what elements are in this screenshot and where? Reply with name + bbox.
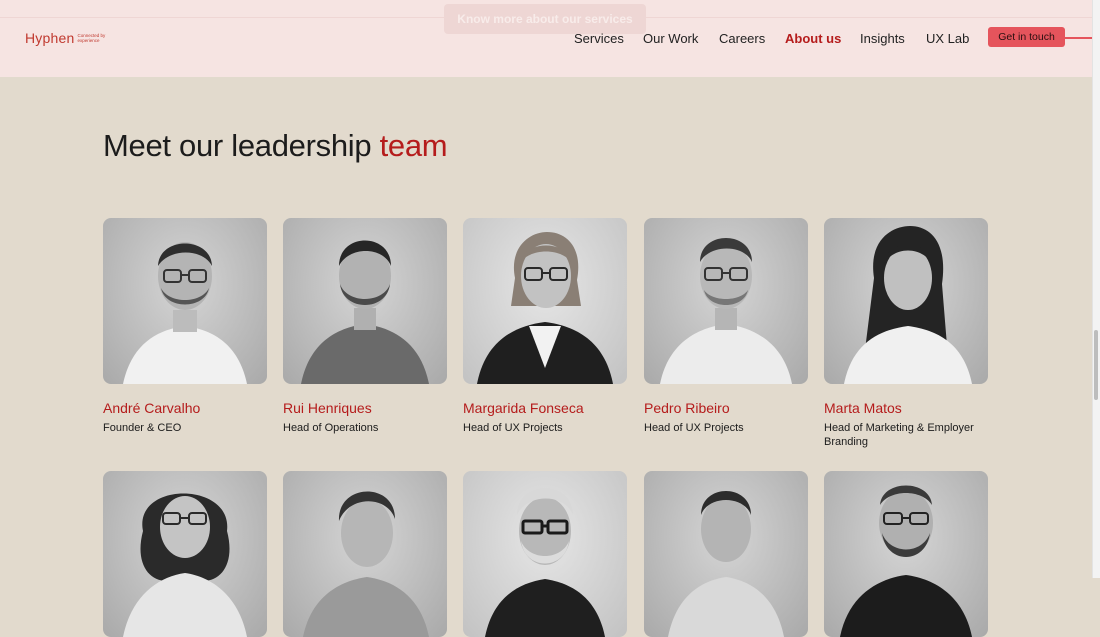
team-card[interactable] [824, 471, 988, 637]
team-card[interactable]: Pedro Ribeiro Head of UX Projects [644, 218, 808, 435]
nav-services[interactable]: Services [574, 31, 624, 46]
member-role: Head of UX Projects [463, 422, 563, 434]
site-header: Know more about our services Hyphen Conn… [0, 0, 1092, 77]
team-photo [644, 471, 808, 637]
team-photo [824, 471, 988, 637]
nav-ux-lab[interactable]: UX Lab [926, 31, 969, 46]
team-photo [463, 218, 627, 384]
member-role: Head of Operations [283, 422, 379, 434]
section-title-main: Meet our leadership [103, 128, 380, 163]
team-card[interactable]: Rui Henriques Head of Operations [283, 218, 447, 435]
nav-our-work[interactable]: Our Work [643, 31, 698, 46]
team-photo [283, 471, 447, 637]
team-photo [463, 471, 627, 637]
section-title-accent: team [379, 128, 448, 163]
page-scrollbar[interactable] [1092, 0, 1100, 578]
logo[interactable]: Hyphen Connected by experience [25, 30, 117, 46]
team-card[interactable] [463, 471, 627, 637]
get-in-touch-button[interactable]: Get in touch [988, 27, 1065, 47]
cta-connector-line [1065, 37, 1092, 39]
nav-careers[interactable]: Careers [719, 31, 765, 46]
scrollbar-thumb[interactable] [1094, 330, 1098, 400]
member-role: Head of UX Projects [644, 422, 744, 434]
team-photo [103, 471, 267, 637]
nav-insights[interactable]: Insights [860, 31, 905, 46]
team-card[interactable] [644, 471, 808, 637]
team-card[interactable]: Margarida Fonseca Head of UX Projects [463, 218, 627, 435]
team-photo [824, 218, 988, 384]
member-name[interactable]: André Carvalho [103, 400, 267, 416]
team-card[interactable]: Marta Matos Head of Marketing & Employer… [824, 218, 988, 449]
team-photo [644, 218, 808, 384]
team-card[interactable] [283, 471, 447, 637]
nav-about-us[interactable]: About us [785, 31, 841, 46]
team-photo [283, 218, 447, 384]
team-photo [103, 218, 267, 384]
member-role: Founder & CEO [103, 422, 182, 434]
member-name[interactable]: Pedro Ribeiro [644, 400, 808, 416]
member-name[interactable]: Margarida Fonseca [463, 400, 627, 416]
services-banner[interactable]: Know more about our services [444, 4, 646, 34]
section-title: Meet our leadership team [103, 128, 448, 164]
team-card[interactable]: André Carvalho Founder & CEO [103, 218, 267, 435]
team-card[interactable] [103, 471, 267, 637]
logo-tagline: Connected by experience [77, 33, 106, 43]
member-role: Head of Marketing & Employer Branding [824, 422, 974, 448]
member-name[interactable]: Rui Henriques [283, 400, 447, 416]
member-name[interactable]: Marta Matos [824, 400, 988, 416]
logo-wordmark: Hyphen [25, 30, 75, 46]
